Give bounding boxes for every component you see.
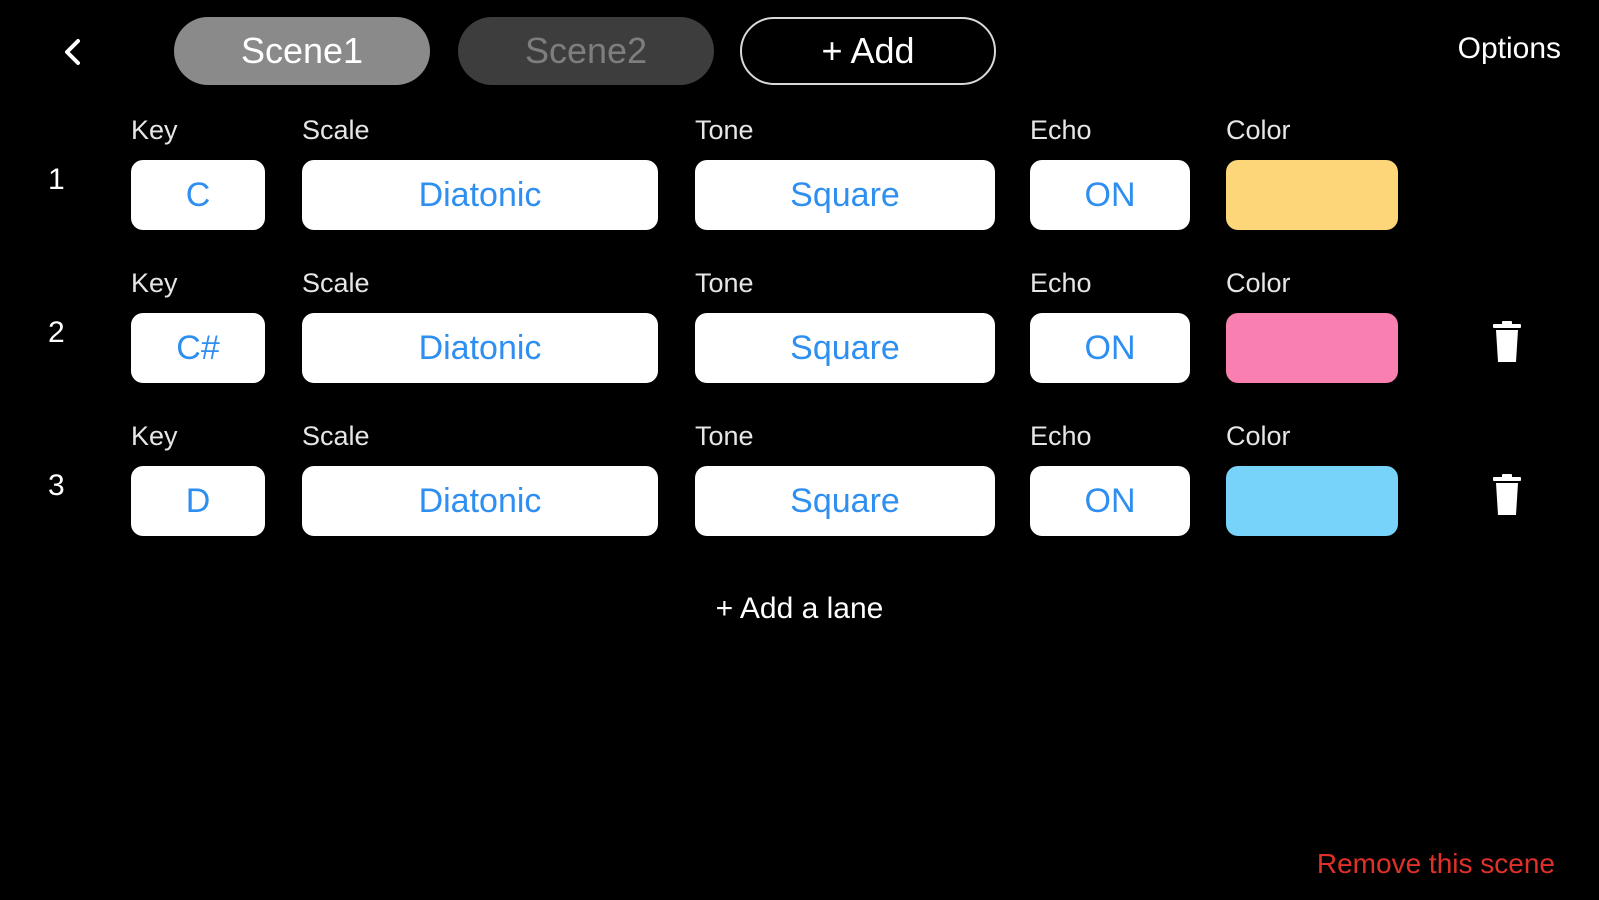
scale-selector[interactable]: Diatonic — [302, 160, 658, 230]
lane-2: 2 Key C# Scale Diatonic Tone Square Echo… — [0, 268, 1599, 408]
color-label: Color — [1226, 268, 1291, 298]
lane-number: 3 — [48, 469, 65, 502]
tone-label: Tone — [695, 115, 754, 145]
color-swatch[interactable] — [1226, 313, 1398, 383]
echo-label: Echo — [1030, 268, 1092, 298]
options-button[interactable]: Options — [1458, 32, 1561, 66]
tab-scene2[interactable]: Scene2 — [458, 17, 714, 85]
tone-selector[interactable]: Square — [695, 466, 995, 536]
color-swatch[interactable] — [1226, 466, 1398, 536]
color-swatch[interactable] — [1226, 160, 1398, 230]
echo-toggle[interactable]: ON — [1030, 160, 1190, 230]
key-label: Key — [131, 268, 178, 298]
tone-label: Tone — [695, 421, 754, 451]
remove-scene-button[interactable]: Remove this scene — [1317, 848, 1555, 880]
scale-label: Scale — [302, 268, 370, 298]
trash-icon — [1493, 474, 1521, 515]
key-selector[interactable]: C — [131, 160, 265, 230]
delete-lane-button[interactable] — [1490, 473, 1524, 517]
add-scene-button[interactable]: + Add — [740, 17, 996, 85]
back-button[interactable] — [52, 30, 92, 74]
key-label: Key — [131, 115, 178, 145]
lane-1: 1 Key C Scale Diatonic Tone Square Echo … — [0, 115, 1599, 255]
delete-lane-button[interactable] — [1490, 320, 1524, 364]
lane-number: 1 — [48, 163, 65, 196]
scale-label: Scale — [302, 115, 370, 145]
key-label: Key — [131, 421, 178, 451]
color-label: Color — [1226, 421, 1291, 451]
scale-selector[interactable]: Diatonic — [302, 466, 658, 536]
tab-scene1[interactable]: Scene1 — [174, 17, 430, 85]
scale-label: Scale — [302, 421, 370, 451]
scene-editor-screen: Scene1 Scene2 + Add Options 1 Key C Scal… — [0, 0, 1599, 900]
echo-toggle[interactable]: ON — [1030, 466, 1190, 536]
tone-selector[interactable]: Square — [695, 160, 995, 230]
key-selector[interactable]: D — [131, 466, 265, 536]
echo-toggle[interactable]: ON — [1030, 313, 1190, 383]
color-label: Color — [1226, 115, 1291, 145]
trash-icon — [1493, 321, 1521, 362]
lane-3: 3 Key D Scale Diatonic Tone Square Echo … — [0, 421, 1599, 561]
scale-selector[interactable]: Diatonic — [302, 313, 658, 383]
tone-label: Tone — [695, 268, 754, 298]
lane-number: 2 — [48, 316, 65, 349]
echo-label: Echo — [1030, 115, 1092, 145]
echo-label: Echo — [1030, 421, 1092, 451]
tone-selector[interactable]: Square — [695, 313, 995, 383]
add-lane-button[interactable]: + Add a lane — [0, 592, 1599, 626]
key-selector[interactable]: C# — [131, 313, 265, 383]
chevron-left-icon — [65, 39, 80, 65]
